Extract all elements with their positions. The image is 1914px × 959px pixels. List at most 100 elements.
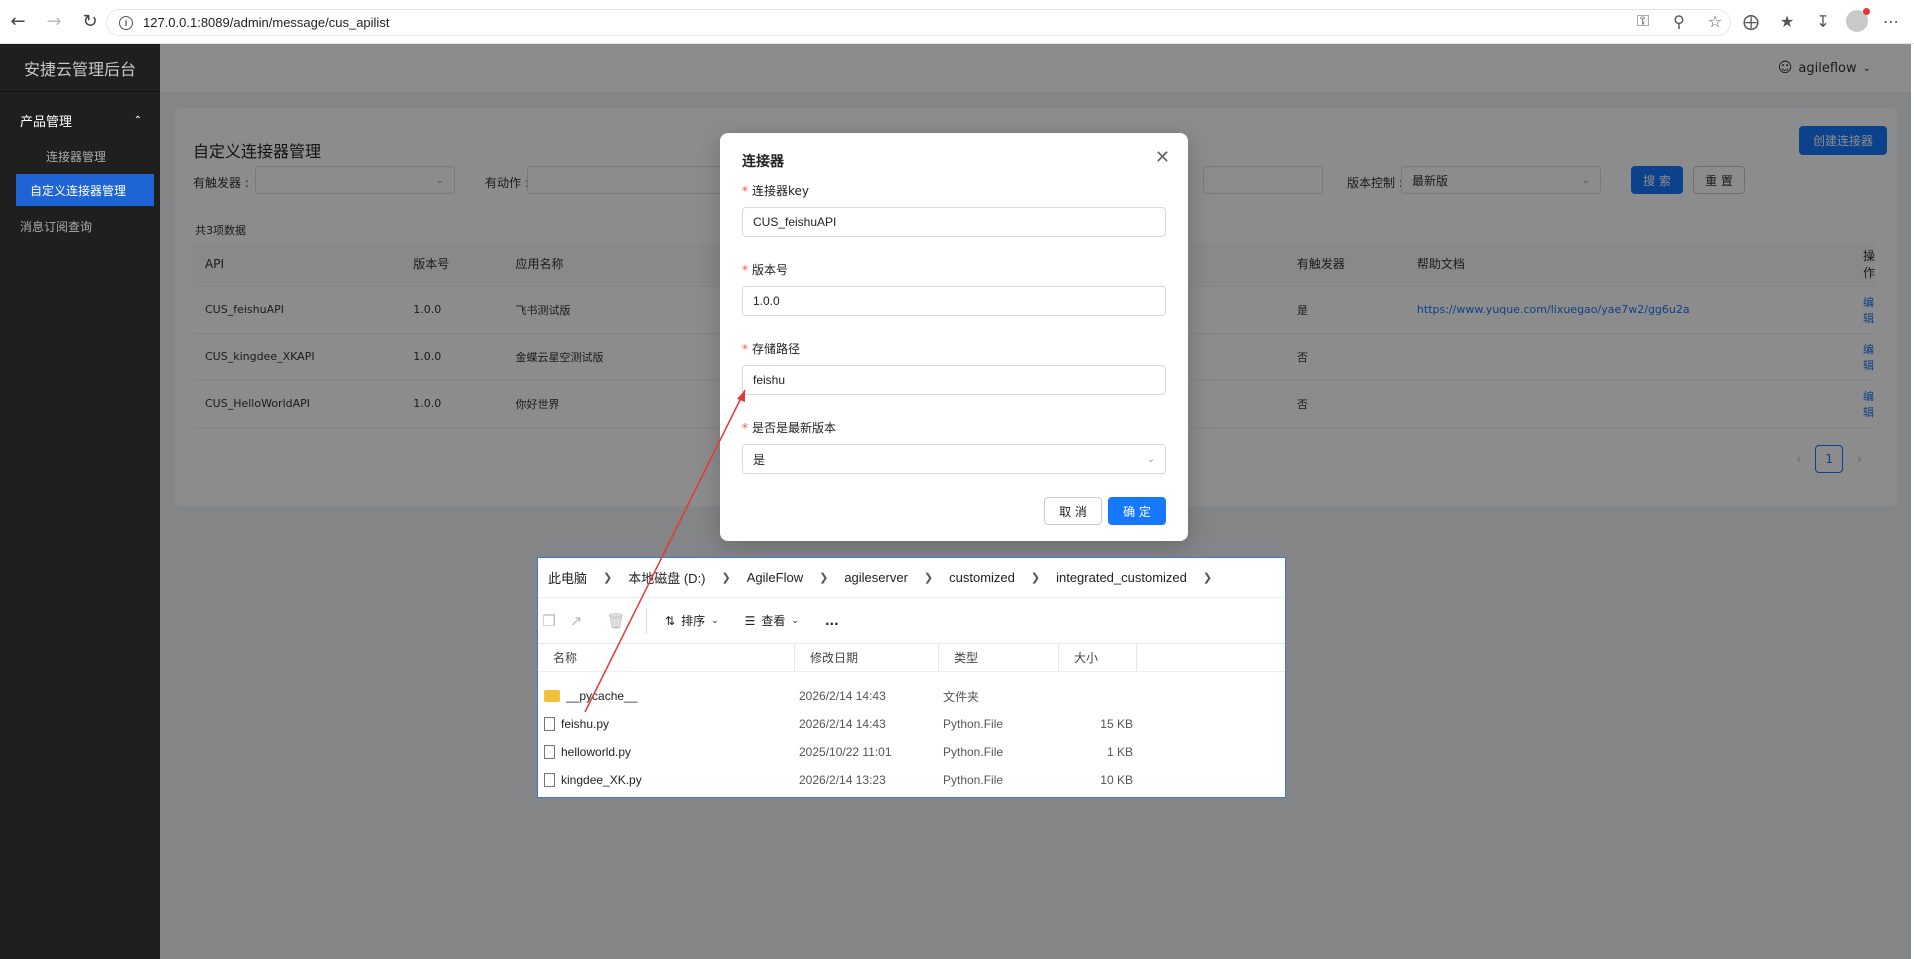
file-row[interactable]: __pycache__ 2026/2/14 14:43 文件夹	[538, 682, 1285, 710]
crumb[interactable]: agileserver	[844, 570, 908, 585]
field-label: 存储路径	[752, 342, 801, 356]
file-name: feishu.py	[561, 717, 610, 731]
download-icon[interactable]: ↧	[1810, 8, 1836, 34]
favorites-icon[interactable]: ★	[1774, 8, 1800, 34]
file-size: 15 KB	[1100, 717, 1133, 731]
select-value: 是	[753, 452, 766, 467]
file-row[interactable]: feishu.py 2026/2/14 14:43 Python.File 15…	[538, 710, 1285, 738]
file-icon	[544, 717, 555, 731]
file-row[interactable]: kingdee_XK.py 2026/2/14 13:23 Python.Fil…	[538, 766, 1285, 794]
required-mark: *	[742, 263, 748, 277]
connector-modal: 连接器 ✕ * 连接器key CUS_feishuAPI * 版本号 1.0.0 *…	[720, 133, 1188, 541]
sidebar: 安捷云管理后台 产品管理 ⌃ 连接器管理 自定义连接器管理 消息订阅查询	[0, 44, 160, 959]
version-input[interactable]: 1.0.0	[742, 286, 1166, 316]
file-name: helloworld.py	[561, 745, 632, 759]
view-button[interactable]: ☰ 查看 ⌄	[745, 612, 799, 629]
file-type: Python.File	[943, 717, 1004, 731]
field-connector-key: * 连接器key CUS_feishuAPI	[742, 182, 1166, 237]
more-options-button[interactable]: ...	[825, 614, 839, 628]
col-size[interactable]: 大小	[1059, 644, 1137, 671]
chevron-right-icon: ❯	[721, 572, 731, 584]
ok-button[interactable]: 确 定	[1108, 497, 1166, 525]
is-latest-select[interactable]: 是 ⌄	[742, 444, 1166, 474]
sidebar-group-product[interactable]: 产品管理 ⌃	[0, 102, 160, 138]
breadcrumb: 此电脑 ❯ 本地磁盘 (D:) ❯ AgileFlow ❯ agileserver ❯ …	[538, 558, 1285, 598]
file-size: 1 KB	[1106, 745, 1133, 759]
address-bar[interactable]: i 127.0.0.1:8089/admin/message/cus_apili…	[106, 9, 1731, 36]
file-row[interactable]: helloworld.py 2025/10/22 11:01 Python.Fi…	[538, 738, 1285, 766]
copy-icon[interactable]: ❐	[542, 612, 556, 630]
modal-title: 连接器	[742, 154, 784, 170]
more-menu-icon[interactable]: ⋯	[1878, 8, 1904, 34]
col-modified[interactable]: 修改日期	[795, 644, 939, 671]
file-name: kingdee_XK.py	[561, 773, 642, 787]
chevron-right-icon: ❯	[1202, 572, 1213, 584]
field-is-latest: * 是否是最新版本 是 ⌄	[742, 419, 1166, 474]
sidebar-item-connector[interactable]: 连接器管理	[16, 140, 154, 172]
sidebar-item-custom-connector[interactable]: 自定义连接器管理	[16, 174, 154, 206]
file-date: 2026/2/14 14:43	[799, 689, 886, 703]
required-mark: *	[742, 342, 748, 356]
view-label: 查看	[761, 614, 786, 628]
brand-title: 安捷云管理后台	[0, 44, 160, 92]
explorer-toolbar: ❐ ↗ 🗑 ⇅ 排序 ⌄ ☰ 查看 ⌄ ...	[538, 598, 1285, 644]
col-type[interactable]: 类型	[939, 644, 1059, 671]
sidebar-group-label: 产品管理	[20, 114, 73, 130]
file-icon	[544, 773, 555, 787]
required-mark: *	[742, 421, 748, 435]
connector-key-input[interactable]: CUS_feishuAPI	[742, 207, 1166, 237]
chevron-down-icon: ⌄	[791, 615, 799, 626]
column-header-row: 名称 修改日期 类型 大小	[538, 644, 1285, 672]
browser-toolbar: ← → ↻ i 127.0.0.1:8089/admin/message/cus…	[0, 0, 1914, 44]
file-name: __pycache__	[566, 689, 638, 703]
star-icon[interactable]: ☆	[1702, 8, 1728, 34]
close-icon[interactable]: ✕	[1155, 147, 1170, 168]
crumb[interactable]: 此电脑	[548, 568, 587, 587]
crumb[interactable]: 本地磁盘 (D:)	[628, 568, 705, 587]
input-value: CUS_feishuAPI	[753, 215, 837, 229]
reload-icon[interactable]: ↻	[72, 4, 108, 40]
delete-icon[interactable]: 🗑	[596, 612, 636, 630]
col-name[interactable]: 名称	[538, 644, 795, 671]
crumb[interactable]: integrated_customized	[1056, 570, 1187, 585]
file-date: 2025/10/22 11:01	[799, 745, 892, 759]
field-label: 连接器key	[752, 184, 810, 198]
chevron-right-icon: ❯	[819, 572, 829, 584]
browser-actions: ⚿ ⚲ ☆ ⨁ ★ ↧ ⋯	[1630, 8, 1904, 34]
file-size: 10 KB	[1100, 773, 1133, 787]
file-type: Python.File	[943, 745, 1004, 759]
zoom-icon[interactable]: ⚲	[1666, 8, 1692, 34]
cancel-button[interactable]: 取 消	[1044, 497, 1102, 525]
file-type: 文件夹	[943, 689, 980, 704]
sort-label: 排序	[681, 614, 706, 628]
field-storage-path: * 存储路径 feishu	[742, 340, 1166, 395]
crumb[interactable]: customized	[949, 570, 1015, 585]
forward-icon[interactable]: →	[36, 4, 72, 40]
crumb[interactable]: AgileFlow	[747, 570, 803, 585]
input-value: feishu	[753, 373, 786, 387]
extensions-icon[interactable]: ⨁	[1738, 8, 1764, 34]
file-date: 2026/2/14 13:23	[799, 773, 886, 787]
chevron-up-icon: ⌃	[133, 114, 142, 126]
field-version: * 版本号 1.0.0	[742, 261, 1166, 316]
view-icon: ☰	[744, 613, 756, 628]
file-type: Python.File	[943, 773, 1004, 787]
profile-avatar[interactable]	[1846, 8, 1870, 32]
back-icon[interactable]: ←	[0, 4, 36, 40]
folder-icon	[544, 690, 560, 702]
chevron-down-icon: ⌄	[711, 615, 719, 626]
sidebar-item-message-subscription[interactable]: 消息订阅查询	[0, 208, 160, 244]
chevron-right-icon: ❯	[603, 572, 613, 584]
share-icon[interactable]: ↗	[556, 612, 596, 630]
chevron-right-icon: ❯	[1030, 572, 1041, 584]
storage-path-input[interactable]: feishu	[742, 365, 1166, 395]
file-explorer-window: 此电脑 ❯ 本地磁盘 (D:) ❯ AgileFlow ❯ agileserver ❯ …	[537, 557, 1286, 798]
sort-button[interactable]: ⇅ 排序 ⌄	[665, 612, 719, 629]
site-info-icon[interactable]: i	[119, 15, 133, 30]
file-date: 2026/2/14 14:43	[799, 717, 886, 731]
key-icon[interactable]: ⚿	[1630, 8, 1656, 34]
url-text: 127.0.0.1:8089/admin/message/cus_apilist	[143, 15, 390, 30]
sort-icon: ⇅	[665, 613, 676, 628]
field-label: 版本号	[752, 263, 789, 277]
required-mark: *	[742, 184, 748, 198]
